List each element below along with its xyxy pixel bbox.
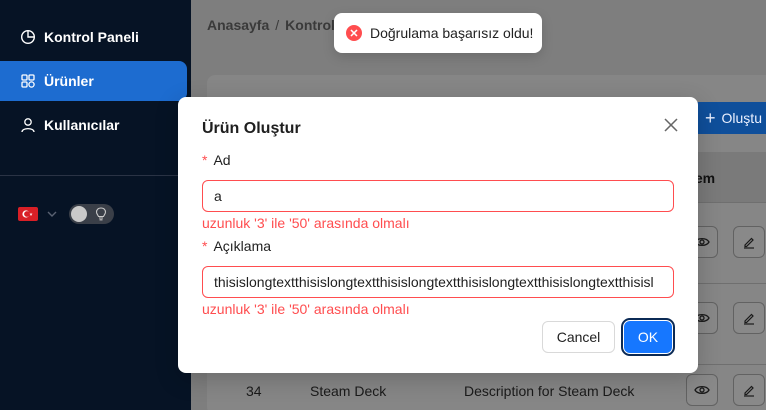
sidebar-item-kontrol-paneli[interactable]: Kontrol Paneli [0, 17, 187, 57]
description-error: uzunluk '3' ile '50' arasında olmalı [202, 301, 410, 317]
error-toast: ✕ Doğrulama başarısız oldu! [334, 13, 542, 53]
dashboard-icon [20, 29, 36, 45]
close-icon[interactable] [662, 116, 680, 134]
sidebar-item-label: Ürünler [44, 73, 94, 89]
edit-icon [744, 313, 754, 325]
edit-icon [744, 237, 754, 249]
turkey-flag-icon[interactable] [18, 207, 38, 221]
toast-message: Doğrulama başarısız oldu! [370, 25, 534, 41]
name-error: uzunluk '3' ile '50' arasında olmalı [202, 215, 410, 231]
error-icon: ✕ [346, 25, 362, 41]
lightbulb-icon [95, 207, 107, 221]
ok-button[interactable]: OK [621, 318, 675, 356]
edit-button[interactable] [733, 374, 765, 406]
user-icon [20, 117, 36, 133]
sidebar-divider [0, 175, 191, 176]
table-cell-name: Steam Deck [310, 383, 387, 399]
breadcrumb-separator: / [275, 17, 280, 33]
edit-button[interactable] [733, 226, 765, 258]
plus-icon: + [705, 107, 716, 128]
name-label-text: Ad [213, 152, 231, 168]
create-label: Oluştu [721, 110, 762, 126]
name-input[interactable] [202, 180, 674, 212]
required-mark: * [202, 238, 208, 254]
eye-icon [694, 385, 710, 395]
description-input[interactable] [202, 266, 674, 298]
modal-title: Ürün Oluştur [202, 120, 301, 137]
theme-toggle[interactable] [69, 204, 114, 224]
sidebar-item-kullanicilar[interactable]: Kullanıcılar [0, 105, 187, 145]
create-product-button[interactable]: + Oluştu [693, 102, 766, 134]
description-label: * Açıklama [202, 238, 271, 254]
create-product-modal: Ürün Oluştur * Ad uzunluk '3' ile '50' ar… [178, 97, 698, 373]
view-button[interactable] [686, 374, 718, 406]
products-icon [20, 73, 36, 89]
cancel-button[interactable]: Cancel [542, 321, 615, 353]
edit-button[interactable] [733, 302, 765, 334]
edit-icon [744, 385, 754, 397]
name-label: * Ad [202, 152, 231, 168]
table-cell-id: 34 [246, 383, 262, 399]
sidebar-item-label: Kullanıcılar [44, 117, 120, 133]
description-label-text: Açıklama [213, 238, 272, 254]
sidebar: Kontrol Paneli Ürünler Kullanıcılar [0, 0, 191, 410]
breadcrumb: Anasayfa / Kontrol [207, 17, 335, 33]
breadcrumb-current: Kontrol [285, 17, 335, 33]
sidebar-item-urunler[interactable]: Ürünler [0, 61, 187, 101]
required-mark: * [202, 152, 208, 168]
breadcrumb-home[interactable]: Anasayfa [207, 17, 269, 33]
sidebar-item-label: Kontrol Paneli [44, 29, 139, 45]
chevron-down-icon[interactable] [46, 207, 58, 219]
toggle-knob [71, 206, 87, 222]
table-cell-description: Description for Steam Deck [464, 383, 635, 399]
